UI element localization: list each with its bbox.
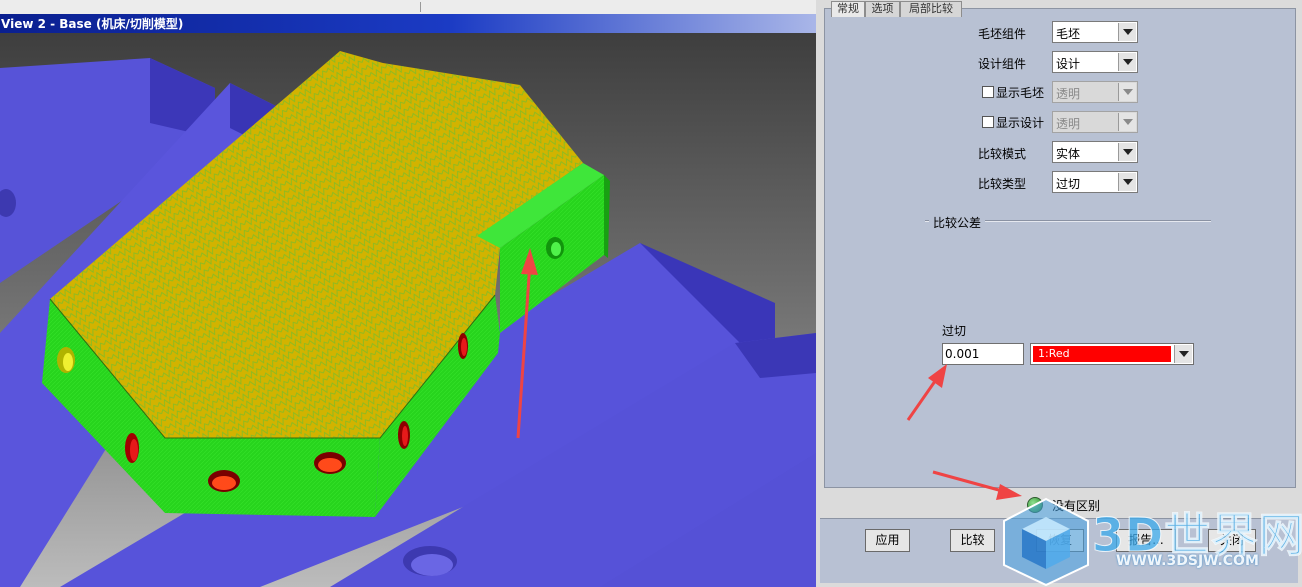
restore-button[interactable]: 恢复 xyxy=(1036,529,1084,552)
show-design-select[interactable]: 透明 xyxy=(1052,111,1138,133)
tab-local-compare[interactable]: 局部比较 xyxy=(900,1,962,17)
gouge-tolerance-label: 过切 xyxy=(942,324,967,338)
design-component-select[interactable]: 设计 xyxy=(1052,51,1138,73)
design-component-value: 设计 xyxy=(1056,57,1081,71)
gouge-color-value: 1:Red xyxy=(1038,347,1070,360)
tab-options[interactable]: 选项 xyxy=(865,1,900,17)
comparison-dialog: 常规 选项 局部比较 毛坯组件 毛坯 设计组件 设计 显示毛坯 透明 显示设计 … xyxy=(816,0,1302,587)
chevron-down-icon[interactable] xyxy=(1118,173,1136,191)
stock-component-label: 毛坯组件 xyxy=(978,27,1027,41)
3d-viewport[interactable]: View 2 - Base (机床/切削模型) xyxy=(0,0,816,587)
compare-mode-value: 实体 xyxy=(1056,147,1081,161)
compare-button[interactable]: 比较 xyxy=(950,529,995,552)
color-swatch: 1:Red xyxy=(1033,346,1171,362)
show-design-value: 透明 xyxy=(1056,117,1081,131)
stock-component-value: 毛坯 xyxy=(1056,27,1081,41)
workpiece-front-face xyxy=(165,438,380,517)
stock-component-select[interactable]: 毛坯 xyxy=(1052,21,1138,43)
show-stock-select[interactable]: 透明 xyxy=(1052,81,1138,103)
tolerance-group-title: 比较公差 xyxy=(929,214,986,231)
machining-scene[interactable] xyxy=(0,33,816,587)
show-design-label: 显示设计 xyxy=(996,116,1045,130)
report-button[interactable]: 报告... xyxy=(1116,529,1176,552)
gouge-color-select[interactable]: 1:Red xyxy=(1030,343,1194,365)
tab-general[interactable]: 常规 xyxy=(831,1,865,17)
chevron-down-icon[interactable] xyxy=(1118,23,1136,41)
show-stock-label: 显示毛坯 xyxy=(996,86,1045,100)
viewport-toolbar-strip xyxy=(0,0,816,15)
close-button[interactable]: 关闭 xyxy=(1208,529,1256,552)
compare-type-value: 过切 xyxy=(1056,177,1081,191)
gouge-tolerance-input[interactable] xyxy=(942,343,1024,365)
chevron-down-icon[interactable] xyxy=(1118,83,1136,101)
apply-button[interactable]: 应用 xyxy=(865,529,910,552)
compare-type-select[interactable]: 过切 xyxy=(1052,171,1138,193)
view-title-bar: View 2 - Base (机床/切削模型) xyxy=(0,14,816,33)
view-title: View 2 - Base (机床/切削模型) xyxy=(1,17,184,31)
chevron-down-icon[interactable] xyxy=(1118,53,1136,71)
show-design-checkbox[interactable] xyxy=(982,116,994,128)
general-tab-page: 常规 选项 局部比较 毛坯组件 毛坯 设计组件 设计 显示毛坯 透明 显示设计 … xyxy=(824,1,1296,488)
status-text: 没有区别 xyxy=(1052,499,1101,513)
show-stock-value: 透明 xyxy=(1056,87,1081,101)
compare-mode-label: 比较模式 xyxy=(978,147,1027,161)
chevron-down-icon[interactable] xyxy=(1174,345,1192,363)
chevron-down-icon[interactable] xyxy=(1118,113,1136,131)
design-component-label: 设计组件 xyxy=(978,57,1027,71)
chevron-down-icon[interactable] xyxy=(1118,143,1136,161)
status-indicator-icon xyxy=(1027,497,1043,513)
compare-mode-select[interactable]: 实体 xyxy=(1052,141,1138,163)
show-stock-checkbox[interactable] xyxy=(982,86,994,98)
compare-type-label: 比较类型 xyxy=(978,177,1027,191)
